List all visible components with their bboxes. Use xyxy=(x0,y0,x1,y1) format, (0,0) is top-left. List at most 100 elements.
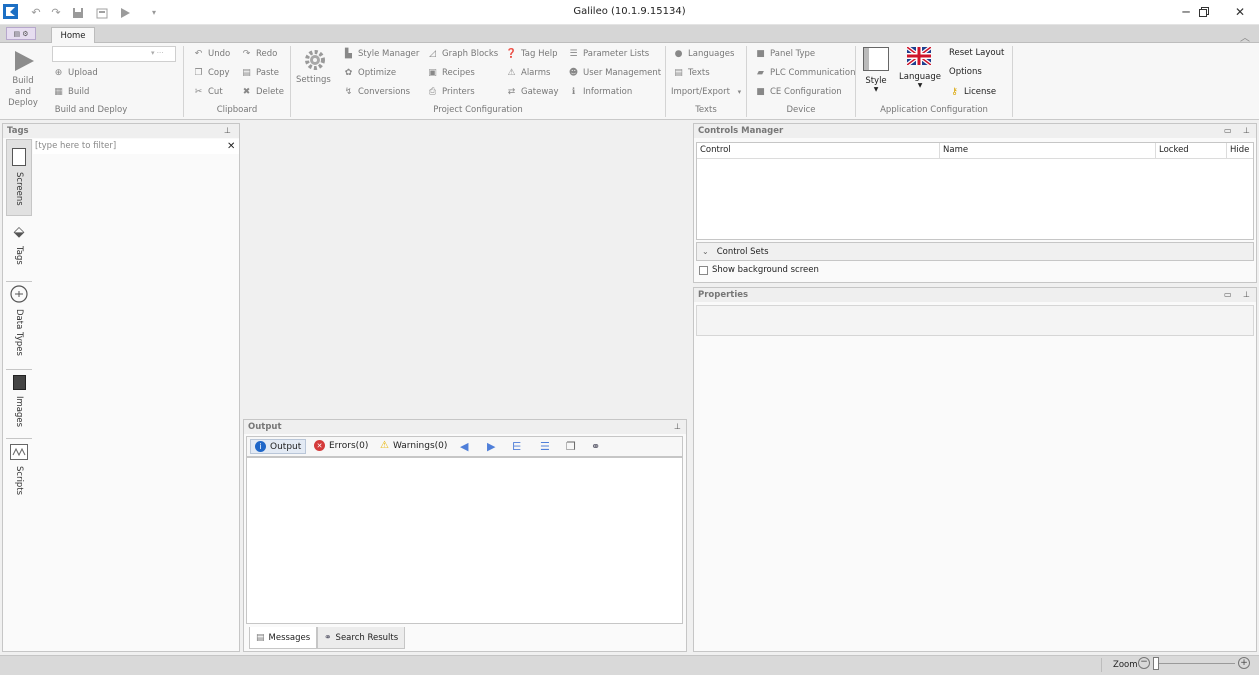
tags-filter-input[interactable]: [type here to filter] xyxy=(33,139,239,154)
group-label-clipboard: Clipboard xyxy=(216,105,258,115)
zoom-slider-thumb[interactable] xyxy=(1153,657,1159,670)
alarms-button[interactable]: ⚠ Alarms xyxy=(506,67,550,78)
controls-table-header: Control Name Locked Hide xyxy=(697,143,1253,159)
panel-type-icon: ■ xyxy=(756,48,765,59)
maximize-icon[interactable]: ▭ xyxy=(1224,290,1232,299)
import-export-dropdown[interactable]: Import/Export ▾ xyxy=(671,86,745,97)
plc-communication-button[interactable]: ▰ PLC Communication xyxy=(755,67,855,78)
zoom-label: Zoom xyxy=(1113,660,1138,670)
users-icon: ☻ xyxy=(568,67,579,78)
collapse-ribbon-icon[interactable]: ︿ xyxy=(1240,29,1250,44)
previous-icon[interactable]: ◀ xyxy=(460,440,468,453)
window-title: Galileo (10.1.9.15134) xyxy=(573,6,686,17)
zoom-slider-track[interactable] xyxy=(1155,663,1235,664)
application-menu-button[interactable]: ▤ ⚙ xyxy=(6,27,36,40)
printers-button[interactable]: ⎙ Printers xyxy=(427,86,475,97)
tags-panel-header: Tags xyxy=(3,124,239,138)
copy-output-icon[interactable]: ❐ xyxy=(566,440,576,453)
column-header-control[interactable]: Control xyxy=(697,143,940,158)
languages-button[interactable]: ● Languages xyxy=(673,48,735,59)
output-content[interactable] xyxy=(246,457,683,624)
group-separator xyxy=(1012,46,1013,117)
controls-table[interactable]: Control Name Locked Hide xyxy=(696,142,1254,240)
tab-search-results[interactable]: ⚭ Search Results xyxy=(317,627,406,649)
language-dropdown-button[interactable]: Language ▼ xyxy=(897,47,943,99)
play-large-icon xyxy=(12,50,45,72)
texts-icon: ▤ xyxy=(674,67,683,78)
upload-icon: ⊕ xyxy=(54,67,63,78)
information-icon: ℹ xyxy=(571,86,576,97)
style-dropdown-button[interactable]: Style ▼ xyxy=(862,47,890,99)
pin-icon[interactable]: ⊥ xyxy=(1243,126,1250,135)
close-button[interactable]: ✕ xyxy=(1222,0,1258,24)
gateway-button[interactable]: ⇄ Gateway xyxy=(506,86,559,97)
binoculars-icon: ⚭ xyxy=(324,632,332,643)
style-manager-button[interactable]: ▙ Style Manager xyxy=(343,48,419,59)
settings-button[interactable]: Settings xyxy=(296,48,334,98)
pin-icon[interactable]: ⊥ xyxy=(674,422,681,431)
find-icon[interactable]: ⚭ xyxy=(591,440,600,453)
information-button[interactable]: ℹ Information xyxy=(568,86,632,97)
texts-button[interactable]: ▤ Texts xyxy=(673,67,709,78)
tab-home[interactable]: Home xyxy=(51,27,95,44)
tag-help-button[interactable]: ❓ Tag Help xyxy=(506,48,558,59)
side-tab-data-types[interactable]: Data Types xyxy=(6,281,32,361)
restore-button[interactable] xyxy=(1186,0,1222,24)
redo-button[interactable]: ↷ Redo xyxy=(241,48,278,59)
controls-manager-header: Controls Manager xyxy=(694,124,1256,138)
maximize-icon[interactable]: ▭ xyxy=(1224,126,1232,135)
warnings-filter-button[interactable]: ⚠ Warnings(0) xyxy=(380,440,447,451)
user-management-button[interactable]: ☻ User Management xyxy=(568,67,661,78)
ce-configuration-icon: ■ xyxy=(756,86,765,97)
copy-button[interactable]: ❐ Copy xyxy=(193,67,229,78)
license-button[interactable]: ⚷ License xyxy=(949,86,996,97)
side-tab-scripts[interactable]: Scripts xyxy=(6,438,32,498)
optimize-button[interactable]: ✿ Optimize xyxy=(343,67,396,78)
paste-button[interactable]: ▤ Paste xyxy=(241,67,279,78)
pin-icon[interactable]: ⊥ xyxy=(1243,290,1250,299)
side-tab-images[interactable]: Images xyxy=(6,369,32,431)
uk-flag-icon xyxy=(907,47,943,65)
build-and-deploy-button[interactable]: Build and Deploy xyxy=(3,46,45,108)
images-icon xyxy=(12,375,26,390)
zoom-out-icon[interactable]: − xyxy=(1138,657,1150,669)
parameter-lists-button[interactable]: ☰ Parameter Lists xyxy=(568,48,649,59)
side-tab-tags[interactable]: ⬙ Tags xyxy=(6,222,32,272)
output-filter-button[interactable]: i Output xyxy=(250,439,307,454)
recipes-button[interactable]: ▣ Recipes xyxy=(427,67,475,78)
show-background-checkbox[interactable]: Show background screen xyxy=(699,265,819,275)
errors-filter-button[interactable]: ✕ Errors(0) xyxy=(314,440,368,451)
build-icon: ▦ xyxy=(54,86,63,97)
list-icon[interactable]: ☰ xyxy=(540,440,550,453)
column-header-hide[interactable]: Hide xyxy=(1227,143,1253,158)
clear-filter-icon[interactable]: ✕ xyxy=(227,141,235,152)
pin-icon[interactable]: ⊥ xyxy=(224,126,231,135)
expand-tree-icon[interactable]: ⋿ xyxy=(512,440,522,453)
chevron-down-icon: ▼ xyxy=(873,86,879,93)
next-icon[interactable]: ▶ xyxy=(487,440,495,453)
graph-blocks-icon: ◿ xyxy=(429,48,436,59)
column-header-name[interactable]: Name xyxy=(940,143,1156,158)
build-button[interactable]: ▦ Build xyxy=(53,86,89,97)
tab-messages[interactable]: ▤ Messages xyxy=(249,627,318,649)
graph-blocks-button[interactable]: ◿ Graph Blocks xyxy=(427,48,498,59)
upload-button[interactable]: ⊕ Upload xyxy=(53,67,98,78)
cut-icon: ✂ xyxy=(194,86,203,97)
properties-content xyxy=(696,305,1254,336)
target-combobox[interactable]: ▾ ··· xyxy=(52,46,176,62)
parameter-lists-icon: ☰ xyxy=(569,48,578,59)
control-sets-expander[interactable]: ⌄ Control Sets xyxy=(696,242,1254,261)
reset-layout-button[interactable]: Reset Layout xyxy=(949,48,1004,58)
plc-communication-icon: ▰ xyxy=(757,67,764,78)
conversions-button[interactable]: ↯ Conversions xyxy=(343,86,410,97)
column-header-locked[interactable]: Locked xyxy=(1156,143,1227,158)
zoom-in-icon[interactable]: + xyxy=(1238,657,1250,669)
panel-type-button[interactable]: ■ Panel Type xyxy=(755,48,815,59)
cut-button[interactable]: ✂ Cut xyxy=(193,86,223,97)
delete-button[interactable]: ✖ Delete xyxy=(241,86,284,97)
chevron-down-icon: ⌄ xyxy=(702,247,709,256)
undo-button[interactable]: ↶ Undo xyxy=(193,48,231,59)
side-tab-screens[interactable]: Screens xyxy=(6,139,32,216)
ce-configuration-button[interactable]: ■ CE Configuration xyxy=(755,86,841,97)
options-button[interactable]: Options xyxy=(949,67,982,77)
